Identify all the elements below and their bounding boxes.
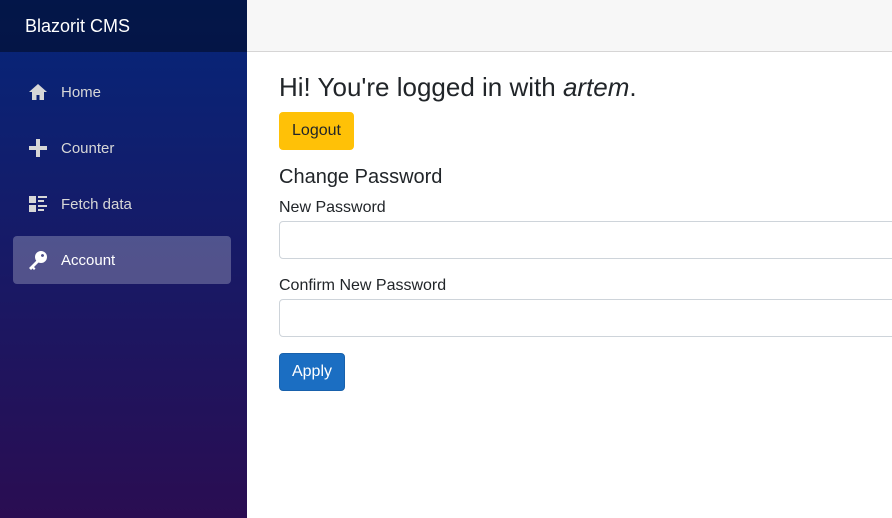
confirm-password-input[interactable] (279, 299, 892, 337)
key-icon (28, 250, 48, 270)
home-icon (28, 82, 48, 102)
username: artem (562, 72, 630, 102)
plus-icon (28, 138, 48, 158)
top-row (247, 0, 892, 52)
nav-item-label: Counter (61, 139, 115, 157)
page-title: Hi! You're logged in with artem. (279, 72, 637, 102)
nav-item-label: Home (61, 83, 102, 101)
nav-item-label: Account (61, 251, 116, 269)
main-content: Hi! You're logged in with artem. Logout … (279, 70, 892, 391)
sidebar: Blazorit CMS Home Counter Fetch data Acc… (0, 0, 247, 518)
logout-button[interactable]: Logout (279, 112, 354, 150)
nav-item-label: Fetch data (61, 195, 132, 213)
nav-item-home[interactable]: Home (13, 68, 231, 116)
apply-button[interactable]: Apply (279, 353, 345, 391)
nav-menu: Home Counter Fetch data Account (0, 52, 247, 284)
new-password-input[interactable] (279, 221, 892, 259)
brand-bar: Blazorit CMS (0, 0, 247, 52)
nav-item-fetch-data[interactable]: Fetch data (13, 180, 231, 228)
brand-link[interactable]: Blazorit CMS (25, 16, 130, 37)
confirm-password-label: Confirm New Password (279, 277, 447, 294)
new-password-label: New Password (279, 199, 386, 216)
list-rich-icon (28, 194, 48, 214)
section-title: Change Password (279, 166, 443, 188)
nav-item-counter[interactable]: Counter (13, 124, 231, 172)
nav-item-account[interactable]: Account (13, 236, 231, 284)
